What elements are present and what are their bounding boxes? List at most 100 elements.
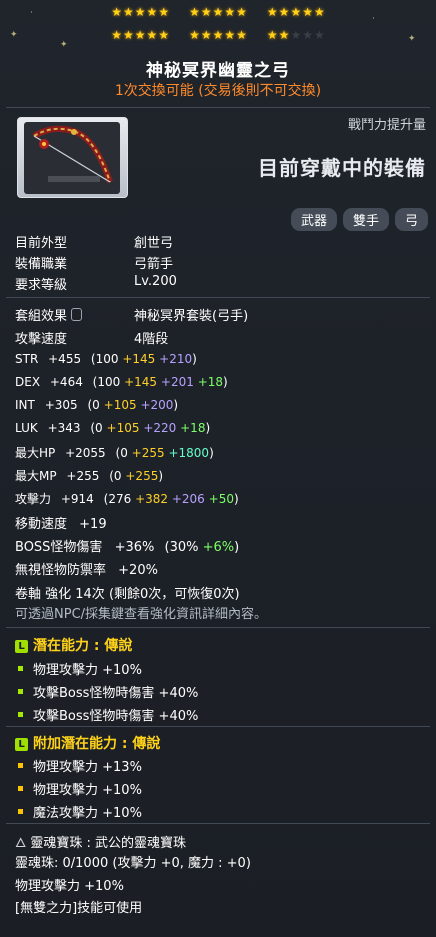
- stat-row-attack: 攻擊力 +914 (276 +382 +206 +50): [15, 490, 239, 507]
- potential-title: 潛在能力 : 傳說: [33, 638, 133, 654]
- potential-line: 攻擊Boss怪物時傷害 +40%: [18, 682, 198, 701]
- divider: [6, 297, 430, 298]
- star-icon: ★: [212, 28, 224, 42]
- potential-text: 攻擊Boss怪物時傷害 +40%: [33, 686, 199, 701]
- potential-text: 物理攻擊力 +10%: [33, 663, 142, 678]
- job-row: 裝備職業 弓箭手: [15, 253, 173, 272]
- boss-damage-row: BOSS怪物傷害 +36% (30% +6%): [15, 536, 239, 555]
- soul-weapon-name: 靈魂寶珠 : 武公的靈魂寶珠: [30, 836, 187, 851]
- boss-damage-base: (30%: [164, 540, 199, 555]
- star-icon: ★: [189, 28, 200, 42]
- bonus-potential-text: 魔法攻擊力 +10%: [33, 806, 142, 821]
- star-icon: ★: [224, 5, 236, 19]
- ignore-defense-label: 無視怪物防禦率: [15, 563, 107, 578]
- stat-starforce: +206: [171, 492, 205, 506]
- stat-name: STR: [15, 352, 39, 366]
- soul-effect-row: 物理攻擊力 +10%: [15, 879, 124, 894]
- star-icon: ★: [290, 5, 302, 19]
- stat-close: ): [158, 469, 164, 483]
- level-value: Lv.200: [134, 274, 177, 289]
- star-icon: ★: [123, 28, 134, 42]
- appearance-value: 創世弓: [134, 236, 174, 251]
- potential-text: 攻擊Boss怪物時傷害 +40%: [33, 709, 199, 724]
- stat-enhance: +18: [180, 421, 206, 435]
- boss-damage-close: ): [234, 540, 240, 555]
- stat-base: (0: [87, 398, 100, 412]
- stat-name: LUK: [15, 421, 38, 435]
- star-icon: ★: [134, 28, 146, 42]
- bonus-potential-line: 物理攻擊力 +10%: [18, 779, 142, 798]
- scroll-hint: 可透過NPC/採集鍵查看強化資訊詳細內容。: [15, 607, 268, 622]
- appearance-label: 目前外型: [15, 236, 68, 251]
- trade-note: 1次交換可能 (交易後則不可交換): [114, 83, 322, 99]
- soul-count-row: 靈魂珠: 0/1000 (攻擊力 +0, 魔力 : +0): [15, 856, 251, 871]
- bonus-potential-header: L 附加潛在能力 : 傳說: [15, 733, 160, 753]
- star-icon: ★: [212, 5, 224, 19]
- potential-header: L 潛在能力 : 傳說: [15, 635, 132, 655]
- star-icon: ★: [266, 28, 278, 42]
- bonus-potential-text: 物理攻擊力 +10%: [33, 783, 142, 798]
- star-force-row-1: ★ ★ ★ ★ ★ ★ ★ ★ ★ ★ ★ ★ ★ ★ ★: [0, 6, 436, 18]
- item-icon-frame: [17, 117, 128, 198]
- stat-base: (0: [90, 421, 103, 435]
- stat-flame: +145: [122, 352, 156, 366]
- star-icon: ★: [313, 28, 325, 42]
- stat-name: 攻擊力: [15, 492, 52, 506]
- stat-flame: +382: [135, 492, 169, 506]
- stat-row-int: INT +305 (0 +105 +200): [15, 398, 178, 412]
- set-effect-row[interactable]: 套組效果 神秘冥界套裝(弓手): [15, 305, 248, 324]
- star-group: ★ ★ ★ ★ ★: [267, 29, 325, 41]
- star-icon: ★: [278, 5, 290, 19]
- divider: [6, 726, 430, 727]
- item-tooltip-panel: ✦ ✦ · ✦ · ★ ★ ★ ★ ★ ★ ★ ★ ★ ★ ★ ★ ★ ★ ★ ★ ★ ★ ★ ★ ★ ★ ★ ★ ★ …: [0, 0, 436, 937]
- star-icon: ★: [158, 5, 170, 19]
- stat-close: ): [173, 398, 179, 412]
- boss-damage-label: BOSS怪物傷害: [15, 540, 103, 555]
- ignore-defense-value: +20%: [118, 563, 158, 578]
- star-group: ★ ★ ★ ★ ★: [189, 29, 247, 41]
- potential-line: 物理攻擊力 +10%: [18, 659, 142, 678]
- divider: [6, 107, 430, 108]
- bullet-icon: [18, 786, 23, 791]
- star-icon: ★: [146, 28, 158, 42]
- star-icon: ★: [134, 5, 146, 19]
- tag-two-handed: 雙手: [342, 208, 389, 231]
- stat-enhance: +18: [197, 375, 224, 389]
- set-effect-label: 套組效果: [15, 309, 68, 324]
- stat-total: +914: [60, 492, 94, 506]
- star-icon: ★: [302, 5, 313, 19]
- bullet-icon: [18, 689, 23, 694]
- move-speed-row: 移動速度 +19: [15, 513, 107, 532]
- stat-starforce: +220: [143, 421, 177, 435]
- equipped-label: 目前穿戴中的裝備: [258, 156, 426, 180]
- attack-speed-value: 4階段: [134, 332, 169, 347]
- attack-speed-row: 攻擊速度 4階段: [15, 328, 168, 347]
- stat-close: ): [209, 446, 214, 460]
- stat-enhance: +50: [208, 492, 234, 506]
- stat-flame: +255: [131, 446, 165, 460]
- star-force-row-2: ★ ★ ★ ★ ★ ★ ★ ★ ★ ★ ★ ★ ★ ★ ★: [0, 29, 436, 41]
- star-icon: ★: [290, 28, 302, 42]
- stat-base: (100: [90, 352, 119, 366]
- star-group: ★ ★ ★ ★ ★: [267, 6, 325, 18]
- stat-total: +464: [49, 375, 83, 389]
- stat-name: 最大HP: [15, 446, 56, 460]
- star-icon: ★: [200, 28, 212, 42]
- job-value: 弓箭手: [134, 257, 174, 272]
- level-row: 要求等級 Lv.200: [15, 274, 177, 293]
- stat-total: +305: [44, 398, 78, 412]
- bullet-icon: [18, 809, 23, 814]
- star-icon: ★: [189, 5, 200, 19]
- tag-weapon: 武器: [290, 208, 337, 231]
- star-icon: ★: [266, 5, 278, 19]
- stat-close: ): [205, 421, 211, 435]
- stat-flame: +255: [125, 469, 159, 483]
- stat-name: 最大MP: [15, 469, 57, 483]
- attack-speed-label: 攻擊速度: [15, 332, 68, 347]
- star-group: ★ ★ ★ ★ ★: [111, 6, 169, 18]
- scroll-info: 卷軸 強化 14次 (剩餘0次，可恢復0次): [15, 587, 240, 602]
- stat-close: ): [223, 375, 228, 389]
- star-icon: ★: [236, 28, 247, 42]
- stat-base: (100: [92, 375, 121, 389]
- stat-total: +455: [48, 352, 82, 366]
